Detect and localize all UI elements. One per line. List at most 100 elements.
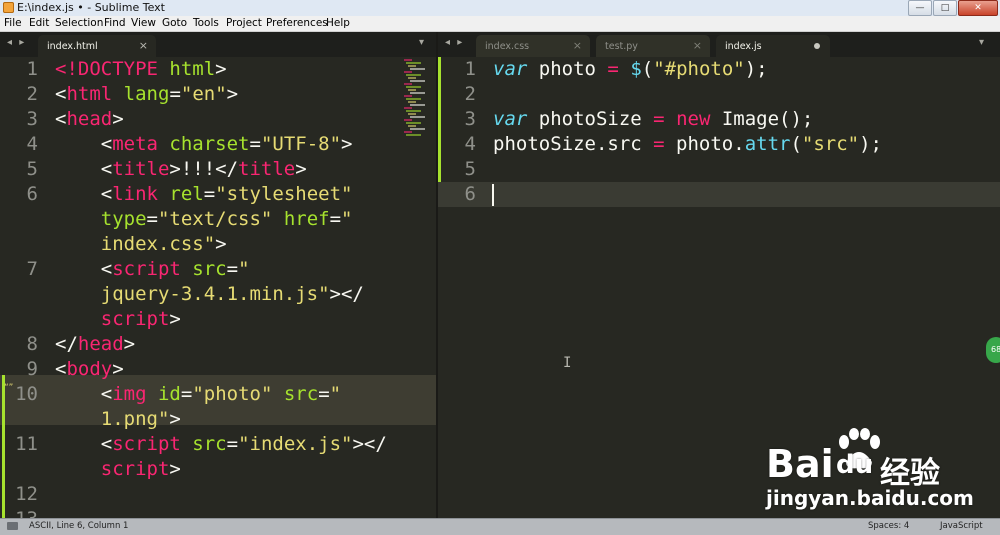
code-line[interactable]: 1.png"> xyxy=(55,407,181,432)
maximize-button[interactable]: □ xyxy=(933,0,957,16)
tab-index-js[interactable]: index.js xyxy=(716,35,830,57)
code-line[interactable]: var photoSize = new Image(); xyxy=(493,107,813,132)
code-token: "src" xyxy=(801,133,860,155)
menu-selection[interactable]: Selection xyxy=(55,17,103,29)
code-token: meta xyxy=(112,133,158,155)
line-number: 1 xyxy=(26,58,38,80)
panel-toggle-icon[interactable] xyxy=(7,522,18,530)
code-line[interactable]: </head> xyxy=(55,332,135,357)
code-token: " xyxy=(341,208,353,230)
code-token: " xyxy=(329,383,342,405)
code-line[interactable]: <script src="index.js"></ xyxy=(55,432,387,457)
menu-project[interactable]: Project xyxy=(226,17,262,29)
code-line[interactable]: index.css"> xyxy=(55,232,227,257)
code-token: < xyxy=(55,108,67,130)
menu-view[interactable]: View xyxy=(131,17,156,29)
code-token: < xyxy=(55,133,113,155)
code-line[interactable]: <!DOCTYPE html> xyxy=(55,57,227,82)
line-number: 2 xyxy=(464,83,476,105)
line-number: 6 xyxy=(464,183,476,205)
code-line[interactable]: <meta charset="UTF-8"> xyxy=(55,132,353,157)
status-indentation[interactable]: Spaces: 4 xyxy=(868,521,909,531)
code-line[interactable]: photoSize.src = photo.attr("src"); xyxy=(493,132,882,157)
tab-nav-arrows-icon[interactable]: ◂ ▸ xyxy=(445,37,464,48)
code-token: var xyxy=(493,108,528,130)
left-editor-pane[interactable]: 1 2 3 4 5 6 7 8 9 10 11 12 13 “” <!DOCTY… xyxy=(0,57,436,518)
code-line[interactable]: <html lang="en"> xyxy=(55,82,238,107)
code-token: > xyxy=(226,83,239,105)
minimize-button[interactable]: — xyxy=(908,0,932,16)
minimap-row xyxy=(404,131,412,133)
close-button[interactable]: ✕ xyxy=(958,0,998,16)
minimap-row xyxy=(408,125,416,127)
code-token: ); xyxy=(859,133,882,155)
code-token: > xyxy=(215,58,227,80)
code-token: photo. xyxy=(664,133,745,155)
code-token: < xyxy=(55,158,113,180)
line-number: 11 xyxy=(15,433,38,455)
menu-goto[interactable]: Goto xyxy=(162,17,187,29)
minimap-row xyxy=(406,110,421,112)
code-line[interactable]: <link rel="stylesheet" xyxy=(55,182,353,207)
code-token: src xyxy=(192,433,227,455)
menu-find[interactable]: Find xyxy=(104,17,126,29)
code-line[interactable]: <img id="photo" src=" xyxy=(55,382,341,407)
line-number: 5 xyxy=(26,158,38,180)
left-gutter: 1 2 3 4 5 6 7 8 9 10 11 12 13 xyxy=(0,57,38,518)
watermark-brand-2: du xyxy=(836,450,874,480)
code-token: = xyxy=(226,433,239,455)
menu-tools[interactable]: Tools xyxy=(193,17,219,29)
code-token: charset xyxy=(169,133,250,155)
code-line[interactable]: <script src=" xyxy=(55,257,250,282)
code-line[interactable]: type="text/css" href=" xyxy=(55,207,353,232)
code-token: var xyxy=(493,58,528,80)
unsaved-dot-icon[interactable] xyxy=(814,43,820,49)
code-line[interactable]: <head> xyxy=(55,107,124,132)
code-token: head xyxy=(66,108,113,130)
minimap-row xyxy=(410,68,425,70)
code-line[interactable]: jquery-3.4.1.min.js"></ xyxy=(55,282,364,307)
code-token: type xyxy=(100,208,147,230)
line-number: 3 xyxy=(464,108,476,130)
code-line[interactable]: <title>!!!</title> xyxy=(55,157,307,182)
minimap-row xyxy=(410,116,425,118)
tab-close-icon[interactable]: × xyxy=(693,39,702,52)
minimap-row xyxy=(406,134,421,136)
tab-index-css[interactable]: index.css × xyxy=(476,35,590,57)
side-badge[interactable]: 68 xyxy=(986,337,1000,363)
code-line[interactable]: <body> xyxy=(55,357,124,382)
line-number: 7 xyxy=(26,258,38,280)
tab-close-icon[interactable]: × xyxy=(139,39,148,52)
code-token: "index.js" xyxy=(238,433,353,455)
menu-preferences[interactable]: Preferences xyxy=(266,17,328,29)
code-line[interactable]: script> xyxy=(55,307,181,332)
tab-dropdown-icon[interactable]: ▾ xyxy=(419,37,424,48)
window-title: E:\index.js • - Sublime Text xyxy=(17,1,165,14)
status-syntax[interactable]: JavaScript xyxy=(940,521,983,531)
text-cursor xyxy=(492,184,494,206)
code-token: ></ xyxy=(352,433,387,455)
code-token: "text/css" xyxy=(157,208,273,230)
code-token: $ xyxy=(630,58,642,80)
code-token: ( xyxy=(641,58,654,80)
tab-label: test.py xyxy=(605,41,638,52)
code-token: "#photo" xyxy=(653,58,745,80)
code-line[interactable]: var photo = $("#photo"); xyxy=(493,57,768,82)
tab-index-html[interactable]: index.html × xyxy=(38,35,156,57)
code-line[interactable]: script> xyxy=(55,457,181,482)
tab-dropdown-icon[interactable]: ▾ xyxy=(979,37,984,48)
left-minimap[interactable] xyxy=(404,59,434,139)
menu-file[interactable]: File xyxy=(4,17,22,29)
code-token: = xyxy=(318,383,330,405)
tab-test-py[interactable]: test.py × xyxy=(596,35,710,57)
tab-close-icon[interactable]: × xyxy=(573,39,582,52)
code-token: rel xyxy=(169,183,204,205)
code-token: img xyxy=(112,383,147,405)
minimap-row xyxy=(406,62,421,64)
menu-help[interactable]: Help xyxy=(326,17,350,29)
menu-edit[interactable]: Edit xyxy=(29,17,49,29)
tab-nav-arrows-icon[interactable]: ◂ ▸ xyxy=(7,37,26,48)
